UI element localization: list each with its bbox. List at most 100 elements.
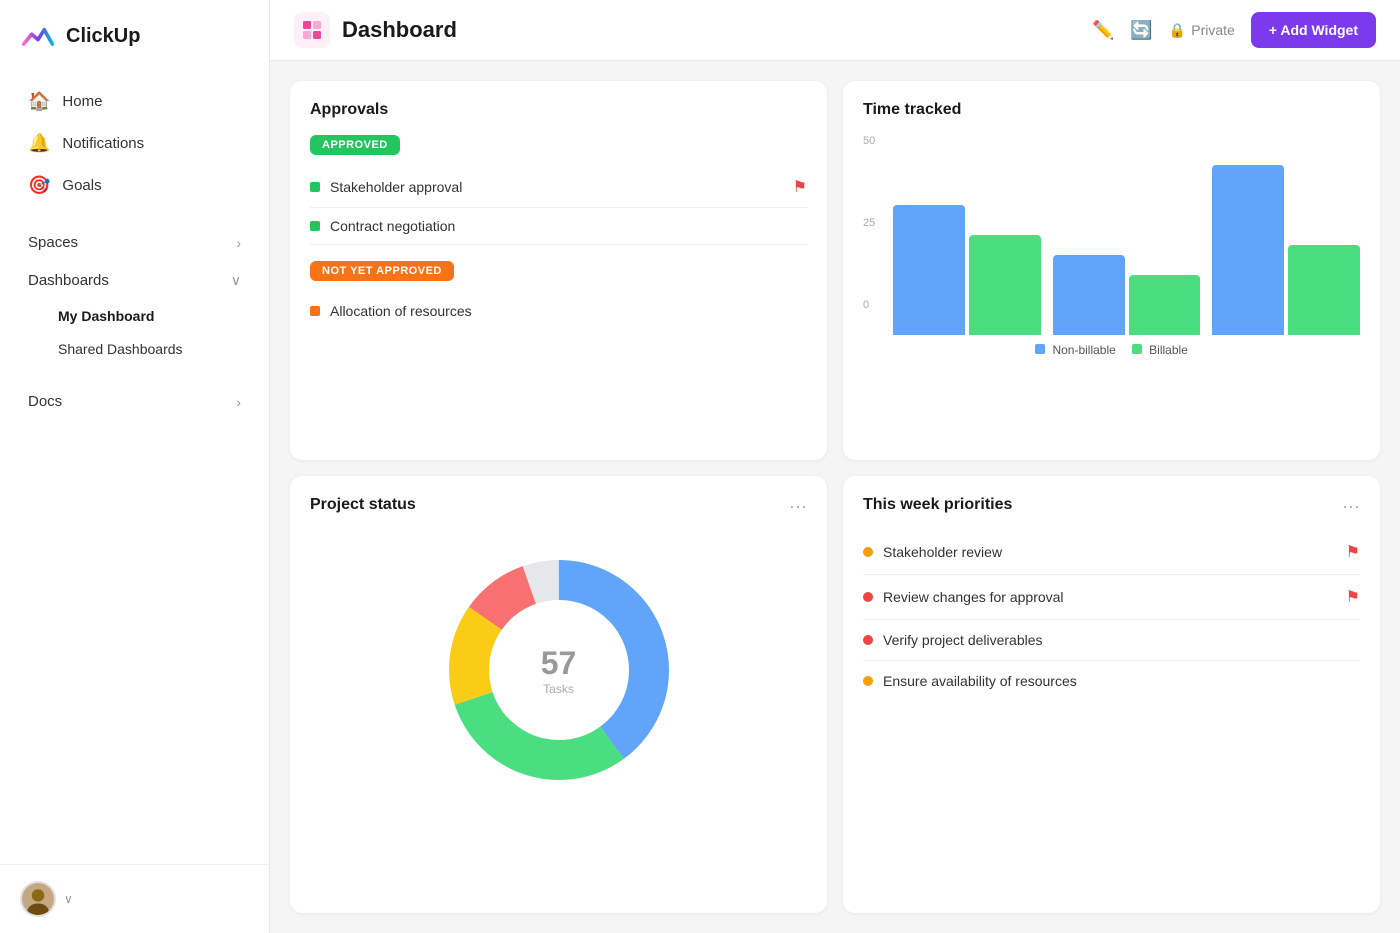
project-status-title: Project status [310, 496, 807, 514]
header: Dashboard ✏️ 🔄 🔒 Private + Add Widget [270, 0, 1400, 61]
legend-billable: Billable [1132, 343, 1188, 357]
privacy-indicator: 🔒 Private [1169, 22, 1235, 39]
refresh-icon[interactable]: 🔄 [1130, 20, 1152, 41]
time-tracked-title: Time tracked [863, 101, 1360, 119]
sidebar-bottom: ∨ [0, 864, 269, 933]
priority-dot-1 [863, 592, 873, 602]
sidebar-item-shared-dashboards[interactable]: Shared Dashboards [8, 333, 261, 365]
header-actions: ✏️ 🔄 🔒 Private + Add Widget [1092, 12, 1376, 48]
avatar [20, 881, 56, 917]
bar-green-1 [969, 235, 1041, 335]
add-widget-button[interactable]: + Add Widget [1251, 12, 1376, 48]
sidebar-item-my-dashboard-label: My Dashboard [58, 308, 154, 324]
bell-icon: 🔔 [28, 133, 50, 154]
logo: ClickUp [0, 0, 269, 72]
priority-item-2[interactable]: Verify project deliverables [863, 620, 1360, 661]
flag-icon-1: ⚑ [793, 177, 807, 197]
donut-label: Tasks [541, 682, 577, 696]
sidebar-item-docs[interactable]: Docs › [8, 383, 261, 420]
approval-item-contract[interactable]: Contract negotiation [310, 208, 807, 245]
not-approved-badge: NOT YET APPROVED [310, 261, 454, 281]
priority-item-3[interactable]: Ensure availability of resources [863, 661, 1360, 701]
pencil-icon[interactable]: ✏️ [1092, 20, 1114, 41]
sidebar-item-spaces-label: Spaces [28, 234, 78, 251]
chevron-right-icon-docs: › [236, 394, 241, 410]
bar-group-2 [1053, 255, 1201, 335]
approval-item-allocation[interactable]: Allocation of resources [310, 293, 807, 329]
donut-center: 57 Tasks [541, 645, 577, 696]
goals-icon: 🎯 [28, 175, 50, 196]
sidebar-item-goals-label: Goals [62, 177, 101, 194]
avatar-image [22, 883, 54, 915]
approval-item-stakeholder-label: Stakeholder approval [330, 179, 462, 195]
grid-icon [301, 19, 323, 41]
privacy-label-text: Private [1191, 22, 1235, 38]
chevron-right-icon: › [236, 235, 241, 251]
priority-dot-3 [863, 676, 873, 686]
priority-label-3: Ensure availability of resources [883, 673, 1077, 689]
dashboard-grid: Approvals APPROVED Stakeholder approval … [270, 61, 1400, 933]
sidebar-item-shared-dashboards-label: Shared Dashboards [58, 341, 183, 357]
priority-label-0: Stakeholder review [883, 544, 1002, 560]
bar-blue-3 [1212, 165, 1284, 335]
project-status-widget: ··· Project status 5 [290, 476, 827, 913]
orange-dot-1 [310, 306, 320, 316]
legend-billable-label: Billable [1149, 343, 1188, 357]
sidebar-item-dashboards-label: Dashboards [28, 272, 109, 289]
bar-green-2 [1129, 275, 1201, 335]
approval-item-stakeholder[interactable]: Stakeholder approval ⚑ [310, 167, 807, 208]
sidebar-item-home[interactable]: 🏠 Home [8, 81, 261, 122]
sidebar-item-my-dashboard[interactable]: My Dashboard [8, 300, 261, 332]
priority-flag-1: ⚑ [1346, 587, 1360, 607]
chart-legend: Non-billable Billable [863, 343, 1360, 357]
sidebar-item-dashboards[interactable]: Dashboards ∨ [8, 262, 261, 299]
bar-group-1 [893, 205, 1041, 335]
priority-flag-0: ⚑ [1346, 542, 1360, 562]
lock-icon: 🔒 [1169, 22, 1186, 39]
donut-number: 57 [541, 645, 577, 682]
priority-label-1: Review changes for approval [883, 589, 1064, 605]
priority-dot-0 [863, 547, 873, 557]
time-tracked-widget: Time tracked 50 25 0 [843, 81, 1380, 460]
priority-item-1[interactable]: Review changes for approval ⚑ [863, 575, 1360, 620]
donut-chart-container: 57 Tasks [310, 530, 807, 810]
project-status-menu[interactable]: ··· [789, 496, 807, 517]
home-icon: 🏠 [28, 91, 50, 112]
approval-item-allocation-label: Allocation of resources [330, 303, 472, 319]
sidebar-item-goals[interactable]: 🎯 Goals [8, 165, 261, 206]
legend-dot-blue [1035, 344, 1045, 354]
sidebar-item-notifications[interactable]: 🔔 Notifications [8, 123, 261, 164]
sidebar-nav: 🏠 Home 🔔 Notifications 🎯 Goals Spaces › … [0, 72, 269, 864]
y-label-0: 0 [863, 299, 875, 311]
approvals-widget: Approvals APPROVED Stakeholder approval … [290, 81, 827, 460]
priorities-widget: ··· This week priorities Stakeholder rev… [843, 476, 1380, 913]
chevron-down-icon: ∨ [231, 272, 241, 289]
approval-item-contract-label: Contract negotiation [330, 218, 455, 234]
bar-blue-1 [893, 205, 965, 335]
sidebar: ClickUp 🏠 Home 🔔 Notifications 🎯 Goals S… [0, 0, 270, 933]
bar-chart: 50 25 0 [863, 135, 1360, 335]
clickup-logo-icon [20, 18, 56, 54]
y-label-25: 25 [863, 217, 875, 229]
avatar-row[interactable]: ∨ [20, 881, 249, 917]
priorities-title: This week priorities [863, 496, 1360, 514]
priority-dot-2 [863, 635, 873, 645]
page-title: Dashboard [342, 17, 457, 43]
sidebar-item-home-label: Home [62, 93, 102, 110]
approvals-title: Approvals [310, 101, 807, 119]
bar-blue-2 [1053, 255, 1125, 335]
avatar-chevron-icon: ∨ [64, 892, 73, 906]
priorities-menu[interactable]: ··· [1342, 496, 1360, 517]
bar-green-3 [1288, 245, 1360, 335]
sidebar-item-docs-label: Docs [28, 393, 62, 410]
logo-text: ClickUp [66, 25, 140, 48]
sidebar-item-spaces[interactable]: Spaces › [8, 224, 261, 261]
dashboard-header-icon [294, 12, 330, 48]
priority-item-0[interactable]: Stakeholder review ⚑ [863, 530, 1360, 575]
main-area: Dashboard ✏️ 🔄 🔒 Private + Add Widget Ap… [270, 0, 1400, 933]
legend-non-billable: Non-billable [1035, 343, 1116, 357]
approved-badge: APPROVED [310, 135, 400, 155]
green-dot-2 [310, 221, 320, 231]
sidebar-item-notifications-label: Notifications [62, 135, 144, 152]
legend-dot-green [1132, 344, 1142, 354]
